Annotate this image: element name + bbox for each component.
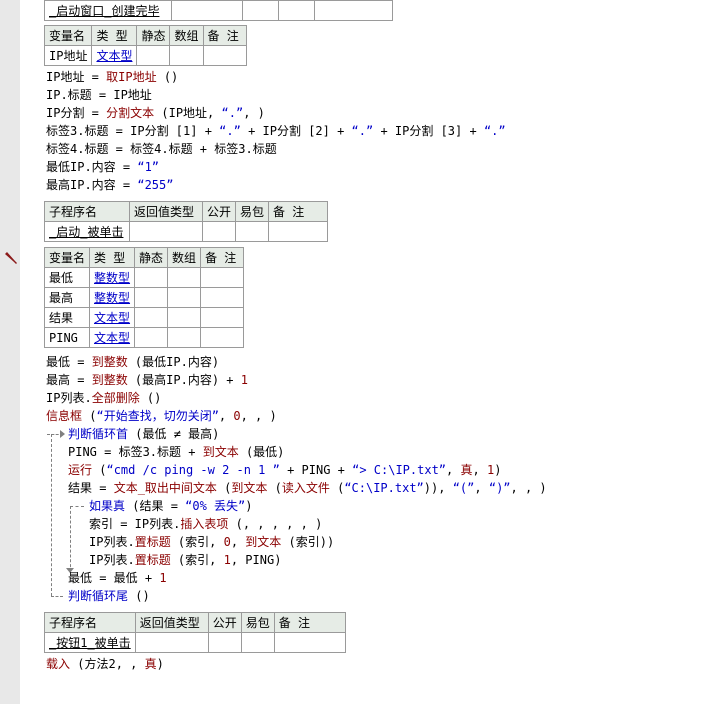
- code-line[interactable]: 索引 = IP列表.插入表项 (, , , , , ): [89, 515, 322, 533]
- code-line[interactable]: 最高IP.内容 = “255”: [46, 176, 173, 194]
- if-guide: [70, 506, 71, 572]
- subprogram-name-cell[interactable]: _按钮1_被单击: [44, 632, 136, 653]
- code-line[interactable]: 标签4.标题 = 标签4.标题 + 标签3.标题: [46, 140, 277, 158]
- col-header: 静态: [136, 25, 171, 46]
- subprogram-table-1: _启动窗口_创建完毕: [44, 0, 393, 21]
- code-line[interactable]: 结果 = 文本_取出中间文本 (到文本 (读入文件 (“C:\IP.txt”))…: [68, 479, 547, 497]
- code-line[interactable]: IP列表.置标题 (索引, 0, 到文本 (索引)): [89, 533, 334, 551]
- loop-guide: [51, 596, 63, 597]
- col-header: 类 型: [91, 25, 138, 46]
- col-header: 数组: [169, 25, 204, 46]
- code-line[interactable]: 标签3.标题 = IP分割 [1] + “.” + IP分割 [2] + “.”…: [46, 122, 506, 140]
- table-row[interactable]: 最低 整数型: [43, 267, 245, 288]
- code-line[interactable]: 判断循环尾 (): [68, 587, 150, 605]
- code-line[interactable]: 信息框 (“开始查找，切勿关闭”, 0, , ): [46, 407, 277, 425]
- code-line[interactable]: 最低IP.内容 = “1”: [46, 158, 159, 176]
- if-guide: [70, 506, 84, 507]
- col-header: 变量名: [43, 25, 93, 46]
- breakpoint-marker-icon[interactable]: [4, 251, 18, 265]
- code-line[interactable]: 运行 (“cmd /c ping -w 2 -n 1 ” + PING + “>…: [68, 461, 501, 479]
- subprogram-table-2: 子程序名 返回值类型 公开 易包 备 注 _启动_被单击: [44, 201, 329, 242]
- code-line[interactable]: 最低 = 最低 + 1: [68, 569, 167, 587]
- loop-guide: [51, 434, 52, 596]
- code-line[interactable]: IP.标题 = IP地址: [46, 86, 152, 104]
- code-line[interactable]: PING = 标签3.标题 + 到文本 (最低): [68, 443, 284, 461]
- code-line[interactable]: IP分割 = 分割文本 (IP地址, “.”, ): [46, 104, 265, 122]
- table-row[interactable]: 结果 文本型: [43, 307, 245, 328]
- local-variables-table-1: 变量名 类 型 静态 数组 备 注 IP地址 文本型: [43, 25, 247, 66]
- table-row[interactable]: PING 文本型: [43, 327, 245, 348]
- code-line[interactable]: 最高 = 到整数 (最高IP.内容) + 1: [46, 371, 248, 389]
- subprogram-table-3: 子程序名 返回值类型 公开 易包 备 注 _按钮1_被单击: [44, 612, 346, 653]
- code-line[interactable]: IP地址 = 取IP地址 (): [46, 68, 178, 86]
- arrow-right-icon: [60, 430, 65, 438]
- table-row[interactable]: IP地址 文本型: [43, 45, 247, 66]
- table-row[interactable]: 最高 整数型: [43, 287, 245, 308]
- col-header: 备 注: [202, 25, 247, 46]
- code-line[interactable]: 最低 = 到整数 (最低IP.内容): [46, 353, 219, 371]
- code-line[interactable]: IP列表.置标题 (索引, 1, PING): [89, 551, 281, 569]
- code-line[interactable]: IP列表.全部删除 (): [46, 389, 161, 407]
- subprogram-name-cell[interactable]: _启动窗口_创建完毕: [44, 0, 172, 21]
- editor-gutter: [0, 0, 20, 704]
- code-line[interactable]: 判断循环首 (最低 ≠ 最高): [68, 425, 219, 443]
- code-line[interactable]: 如果真 (结果 = “0% 丢失”): [89, 497, 253, 515]
- subprogram-name-cell[interactable]: _启动_被单击: [44, 221, 130, 242]
- local-variables-table-2: 变量名 类 型 静态 数组 备 注 最低 整数型 最高 整数型 结果 文本型 PING…: [43, 247, 245, 348]
- code-line[interactable]: 载入 (方法2, , 真): [46, 655, 164, 673]
